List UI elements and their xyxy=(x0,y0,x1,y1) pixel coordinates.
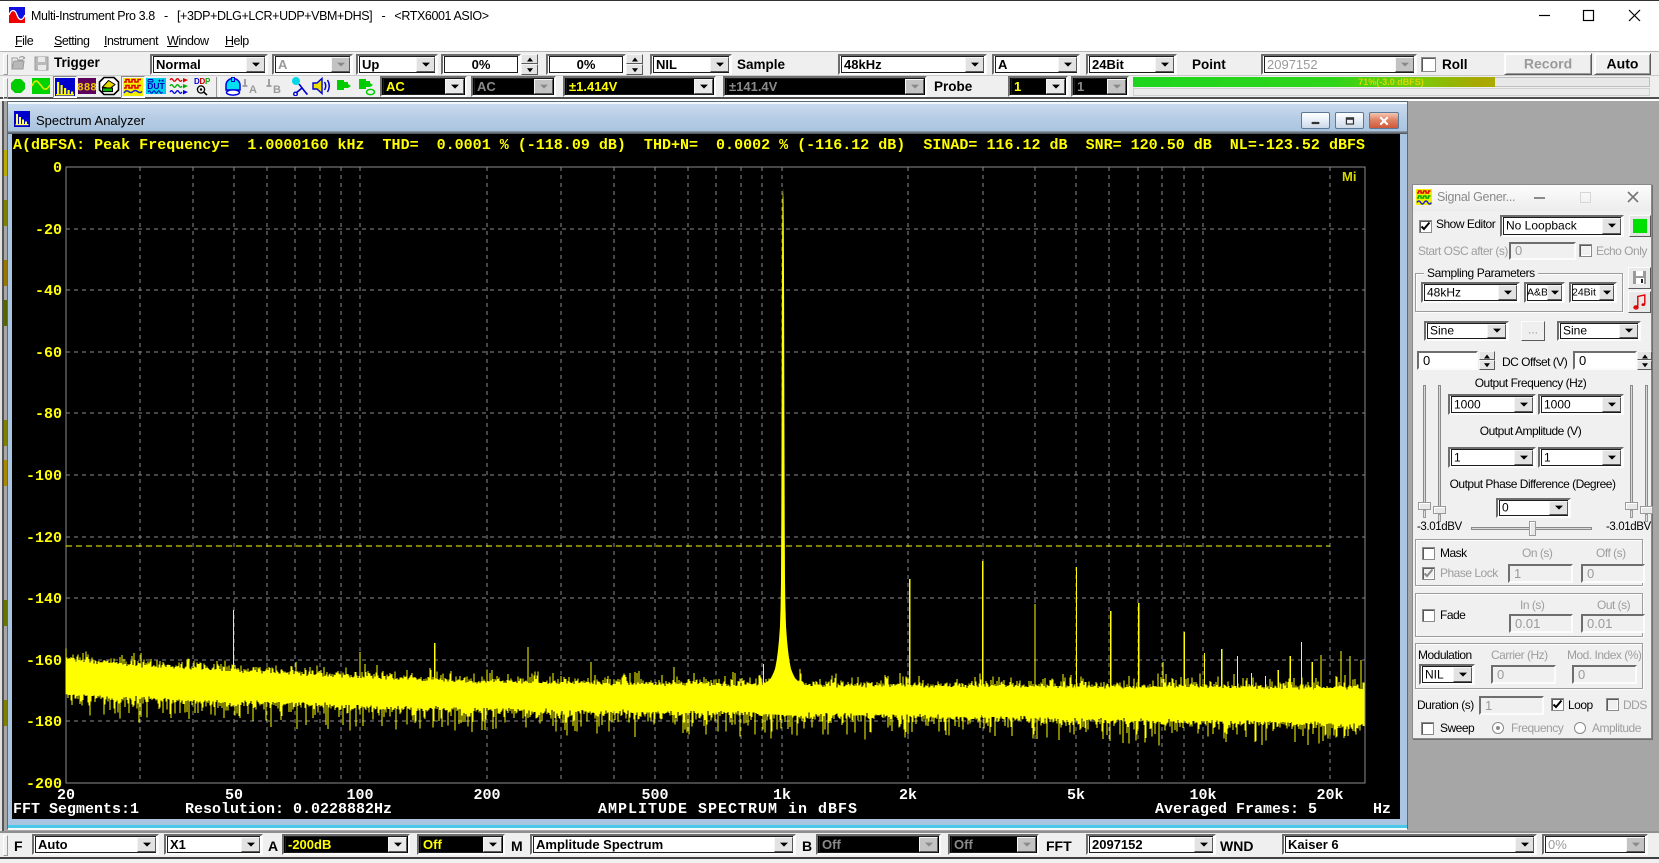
svg-text:20k: 20k xyxy=(1316,787,1343,804)
svg-text:Averaged Frames: 5: Averaged Frames: 5 xyxy=(1155,801,1317,818)
svg-text:-100: -100 xyxy=(26,468,62,485)
svg-text:888: 888 xyxy=(77,83,97,95)
svg-text:Mi: Mi xyxy=(1342,169,1356,184)
svg-text:Hz: Hz xyxy=(1373,801,1391,818)
svg-text:P: P xyxy=(205,77,211,86)
svg-text:-140: -140 xyxy=(26,591,62,608)
svg-text:200: 200 xyxy=(473,787,500,804)
svg-text:A(dBFSΛ: Peak Frequency= 1.00: A(dBFSΛ: Peak Frequency= 1.0000160 kHz T… xyxy=(13,137,1365,154)
svg-text:FFT Segments:1: FFT Segments:1 xyxy=(13,801,139,818)
svg-text:Resolution: 0.0228882Hz: Resolution: 0.0228882Hz xyxy=(185,801,392,818)
svg-text:-120: -120 xyxy=(26,530,62,547)
svg-text:B: B xyxy=(273,84,281,96)
svg-text:-180: -180 xyxy=(26,714,62,731)
svg-text:-20: -20 xyxy=(35,222,62,239)
svg-text:DUT: DUT xyxy=(147,81,165,91)
svg-text:-40: -40 xyxy=(35,283,62,300)
svg-text:-160: -160 xyxy=(26,653,62,670)
svg-text:AMPLITUDE SPECTRUM in dBFS: AMPLITUDE SPECTRUM in dBFS xyxy=(598,801,857,818)
svg-text:-80: -80 xyxy=(35,406,62,423)
svg-text:5k: 5k xyxy=(1067,787,1085,804)
svg-text:-60: -60 xyxy=(35,345,62,362)
svg-text:0: 0 xyxy=(53,160,62,177)
svg-text:2k: 2k xyxy=(899,787,917,804)
svg-text:A: A xyxy=(249,84,257,96)
